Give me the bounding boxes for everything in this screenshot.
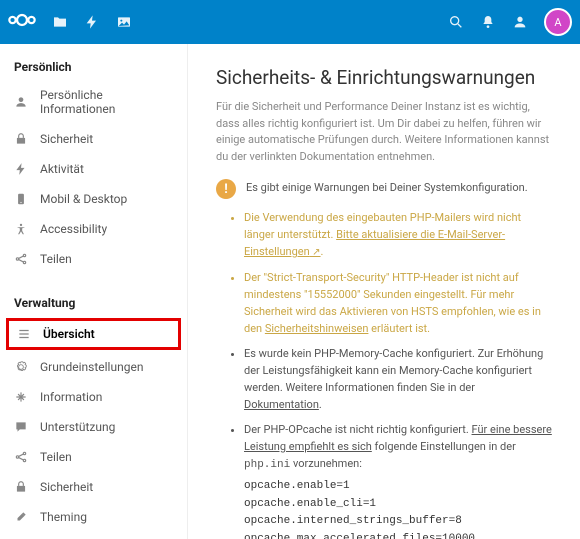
hsts-doc-link[interactable]: Sicherheitshinweisen: [265, 322, 369, 335]
sidebar-item-personal-3[interactable]: Mobil & Desktop: [0, 184, 187, 214]
sidebar-item-personal-1[interactable]: Sicherheit: [0, 124, 187, 154]
sidebar-item-label: Teilen: [40, 450, 72, 464]
logo[interactable]: [8, 6, 36, 38]
sidebar-item-label: Grundeinstellungen: [40, 360, 143, 374]
sidebar-item-label: Übersicht: [43, 327, 95, 341]
sidebar-item-label: Mobil & Desktop: [40, 192, 127, 206]
list-icon: [17, 327, 31, 341]
sidebar-item-admin-5[interactable]: Sicherheit: [0, 472, 187, 502]
warning-summary: ! Es gibt einige Warnungen bei Deiner Sy…: [216, 179, 552, 199]
opcache-code: opcache.enable=1opcache.enable_cli=1opca…: [244, 478, 552, 539]
warning-summary-text: Es gibt einige Warnungen bei Deiner Syst…: [246, 179, 528, 199]
warn-item-opcache: Der PHP-OPcache ist nicht richtig konfig…: [244, 421, 552, 539]
warning-list: Die Verwendung des eingebauten PHP-Maile…: [216, 209, 552, 539]
sidebar-item-label: Unterstützung: [40, 420, 115, 434]
warn-item-hsts: Der "Strict-Transport-Security" HTTP-Hea…: [244, 269, 552, 337]
sidebar-item-admin-1[interactable]: Grundeinstellungen: [0, 352, 187, 382]
sidebar-item-personal-2[interactable]: Aktivität: [0, 154, 187, 184]
sidebar-item-label: Sicherheit: [40, 132, 93, 146]
arrows-icon: [14, 390, 28, 404]
sidebar-item-personal-4[interactable]: Accessibility: [0, 214, 187, 244]
phone-icon: [14, 192, 28, 206]
sidebar-item-label: Teilen: [40, 252, 72, 266]
user-icon: [14, 95, 28, 109]
sidebar-item-label: Persönliche Informationen: [40, 88, 173, 116]
notifications-icon[interactable]: [480, 14, 496, 30]
warn-item-memcache: Es wurde kein PHP-Memory-Cache konfiguri…: [244, 345, 552, 413]
intro-text: Für die Sicherheit und Performance Deine…: [216, 99, 552, 165]
memcache-doc-link[interactable]: Dokumentation: [244, 398, 319, 411]
sidebar-item-admin-0[interactable]: Übersicht: [6, 318, 181, 350]
contacts-icon[interactable]: [512, 14, 528, 30]
warning-icon: !: [216, 179, 236, 199]
files-icon[interactable]: [52, 14, 68, 30]
sidebar-item-label: Accessibility: [40, 222, 107, 236]
sidebar-item-admin-6[interactable]: Theming: [0, 502, 187, 532]
sidebar-item-admin-7[interactable]: Groupware: [0, 532, 187, 539]
sidebar-item-label: Theming: [40, 510, 87, 524]
sidebar-item-label: Information: [40, 390, 102, 404]
gallery-icon[interactable]: [116, 14, 132, 30]
share-icon: [14, 450, 28, 464]
search-icon[interactable]: [448, 14, 464, 30]
brush-icon: [14, 510, 28, 524]
page-heading: Sicherheits- & Einrichtungswarnungen: [216, 66, 552, 89]
avatar[interactable]: A: [544, 8, 572, 36]
content: Sicherheits- & Einrichtungswarnungen Für…: [188, 44, 580, 539]
sidebar-item-personal-0[interactable]: Persönliche Informationen: [0, 80, 187, 124]
activity-icon[interactable]: [84, 14, 100, 30]
sidebar-item-admin-2[interactable]: Information: [0, 382, 187, 412]
sidebar-item-admin-3[interactable]: Unterstützung: [0, 412, 187, 442]
gear-icon: [14, 360, 28, 374]
sidebar-item-label: Aktivität: [40, 162, 84, 176]
bolt-icon: [14, 162, 28, 176]
sidebar: Persönlich Persönliche Informationen Sich…: [0, 44, 188, 539]
share-icon: [14, 252, 28, 266]
topbar: A: [0, 0, 580, 44]
chat-icon: [14, 420, 28, 434]
sidebar-item-admin-4[interactable]: Teilen: [0, 442, 187, 472]
sidebar-item-personal-5[interactable]: Teilen: [0, 244, 187, 274]
warn-item-mailer: Die Verwendung des eingebauten PHP-Maile…: [244, 209, 552, 261]
sidebar-section-admin: Verwaltung: [0, 288, 187, 316]
sidebar-item-label: Sicherheit: [40, 480, 93, 494]
lock-icon: [14, 480, 28, 494]
lock-icon: [14, 132, 28, 146]
sidebar-section-personal: Persönlich: [0, 52, 187, 80]
access-icon: [14, 222, 28, 236]
